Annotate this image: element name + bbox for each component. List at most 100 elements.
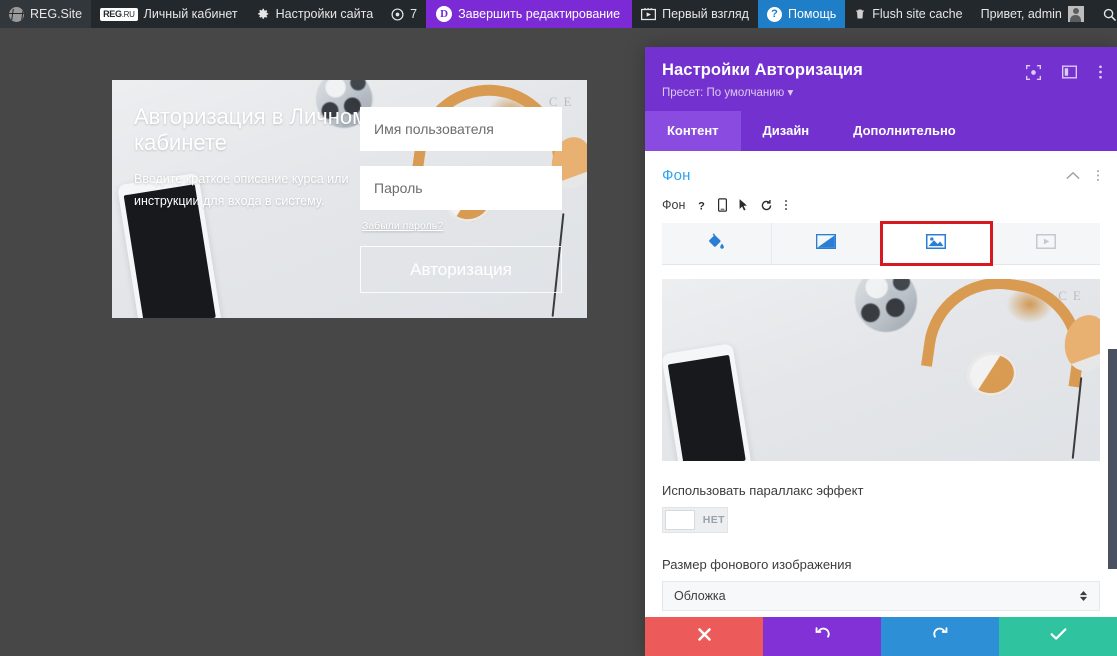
screen-icon — [641, 7, 657, 21]
tab-content[interactable]: Контент — [645, 111, 741, 151]
form-gap — [360, 151, 562, 166]
adminbar-item-exit-builder[interactable]: D Завершить редактирование — [426, 0, 633, 28]
check-icon — [1050, 627, 1067, 646]
panel-body: Фон Фон ? CE Использовать параллакс эффе… — [645, 151, 1117, 617]
wordpress-icon — [9, 6, 24, 22]
hover-icon[interactable] — [738, 198, 749, 212]
panel-preset-label: Пресет: По умолчанию — [662, 87, 785, 99]
panel-header-actions — [1026, 64, 1103, 80]
module-settings-panel: Настройки Авторизация Пресет: По умолчан… — [645, 47, 1117, 656]
adminbar-item-help[interactable]: ? Помощь — [757, 0, 846, 28]
svg-text:?: ? — [698, 200, 705, 212]
image-icon — [925, 233, 946, 254]
layout-icon[interactable] — [1062, 65, 1077, 79]
background-section-header[interactable]: Фон — [645, 151, 1117, 192]
login-submit-button[interactable]: Авторизация — [360, 246, 562, 293]
bg-type-image-tab[interactable] — [879, 221, 994, 266]
parallax-toggle-value: НЕТ — [702, 514, 725, 526]
adminbar-item-first-look[interactable]: Первый взгляд — [632, 0, 758, 28]
panel-header: Настройки Авторизация Пресет: По умолчан… — [645, 47, 1117, 111]
adminbar-item-label: Flush site cache — [872, 7, 963, 21]
bg-type-video-tab[interactable] — [991, 223, 1100, 264]
redo-icon — [932, 626, 949, 648]
gear-icon — [256, 7, 270, 21]
reset-icon[interactable] — [760, 199, 773, 212]
kebab-menu-icon[interactable] — [1096, 168, 1100, 183]
background-image-thumbnail: CE — [662, 279, 1100, 461]
decor-ball — [854, 279, 917, 333]
decor-cable — [1071, 377, 1083, 460]
parallax-label: Использовать параллакс эффект — [662, 483, 864, 498]
adminbar-item-label: REG.Site — [30, 7, 83, 21]
decor-letters: CE — [1058, 288, 1087, 304]
cancel-button[interactable] — [645, 617, 763, 656]
adminbar-item-label: Первый взгляд — [662, 7, 749, 21]
decor-phone — [662, 343, 753, 461]
adminbar-item-wp-logo[interactable]: REG.Site — [0, 0, 92, 28]
bg-type-gradient-tab[interactable] — [772, 223, 882, 264]
eye-icon — [391, 7, 404, 21]
background-type-tabs — [662, 221, 1100, 266]
divi-icon: D — [436, 6, 453, 22]
background-field-label: Фон — [662, 198, 686, 212]
forgot-password-link[interactable]: Забыли пароль? — [362, 220, 562, 232]
login-description: Введите краткое описание курса или инстр… — [134, 172, 349, 208]
chevron-down-icon: ▾ — [787, 87, 794, 99]
panel-tabs: Контент Дизайн Дополнительно — [645, 111, 1117, 151]
panel-scrollbar[interactable] — [1108, 349, 1117, 569]
trash-icon — [854, 7, 866, 21]
kebab-menu-icon[interactable] — [1098, 64, 1103, 80]
kebab-menu-icon[interactable] — [784, 198, 788, 212]
adminbar-item-label: Привет, admin — [980, 7, 1062, 21]
panel-preset-selector[interactable]: Пресет: По умолчанию ▾ — [662, 85, 1100, 99]
adminbar-item-site-options[interactable]: Настройки сайта — [247, 0, 383, 28]
login-module-preview[interactable]: CE Авторизация в Личном кабинете Введите… — [112, 80, 587, 318]
adminbar-item-flush-cache[interactable]: Flush site cache — [845, 0, 971, 28]
panel-footer — [645, 617, 1117, 656]
redo-button[interactable] — [881, 617, 999, 656]
close-icon — [697, 627, 712, 647]
toggle-knob — [665, 510, 695, 530]
login-title: Авторизация в Личном кабинете — [134, 104, 368, 155]
login-text-block: Авторизация в Личном кабинете Введите кр… — [134, 104, 379, 212]
avatar-icon — [1067, 6, 1084, 22]
background-section-actions — [1066, 168, 1100, 183]
bgsize-label: Размер фонового изображения — [662, 557, 852, 572]
login-form: Забыли пароль? Авторизация — [360, 107, 562, 293]
adminbar-item-search[interactable] — [1093, 0, 1117, 28]
bgsize-select-value: Обложка — [674, 589, 726, 603]
adminbar-item-views[interactable]: 7 — [382, 0, 426, 28]
password-input[interactable] — [360, 166, 562, 210]
search-icon — [1102, 7, 1117, 22]
tab-advanced[interactable]: Дополнительно — [831, 111, 978, 151]
undo-icon — [814, 626, 831, 648]
bg-type-color-tab[interactable] — [662, 223, 772, 264]
adminbar-item-account[interactable]: Привет, admin — [972, 0, 1093, 28]
username-input[interactable] — [360, 107, 562, 151]
adminbar-item-regru[interactable]: REG.RU Личный кабинет — [91, 0, 247, 28]
tab-design[interactable]: Дизайн — [741, 111, 832, 151]
regru-badge-icon: REG.RU — [100, 7, 138, 21]
question-icon[interactable]: ? — [696, 199, 707, 212]
undo-button[interactable] — [763, 617, 881, 656]
builder-canvas: CE Авторизация в Личном кабинете Введите… — [0, 28, 645, 656]
video-icon — [1035, 233, 1056, 254]
responsive-icon[interactable] — [718, 198, 728, 212]
adminbar-item-label: Помощь — [787, 7, 837, 21]
save-button[interactable] — [999, 617, 1117, 656]
adminbar-item-label: Завершить редактирование — [458, 7, 621, 21]
parallax-toggle[interactable]: НЕТ — [662, 507, 728, 533]
background-image-preview[interactable]: CE — [662, 279, 1100, 461]
select-arrows-icon — [1079, 591, 1088, 602]
background-field-row: Фон ? — [645, 192, 1117, 212]
background-section-title: Фон — [662, 167, 691, 184]
focus-icon[interactable] — [1026, 64, 1041, 80]
color-fill-icon — [707, 232, 725, 255]
bgsize-select[interactable]: Обложка — [662, 581, 1100, 611]
chevron-up-icon[interactable] — [1066, 171, 1080, 180]
admin-bar: REG.Site REG.RU Личный кабинет Настройки… — [0, 0, 1117, 28]
gradient-icon — [816, 233, 837, 254]
question-icon: ? — [766, 6, 782, 22]
adminbar-item-label: Настройки сайта — [275, 7, 374, 21]
adminbar-item-label: 7 — [410, 7, 418, 21]
